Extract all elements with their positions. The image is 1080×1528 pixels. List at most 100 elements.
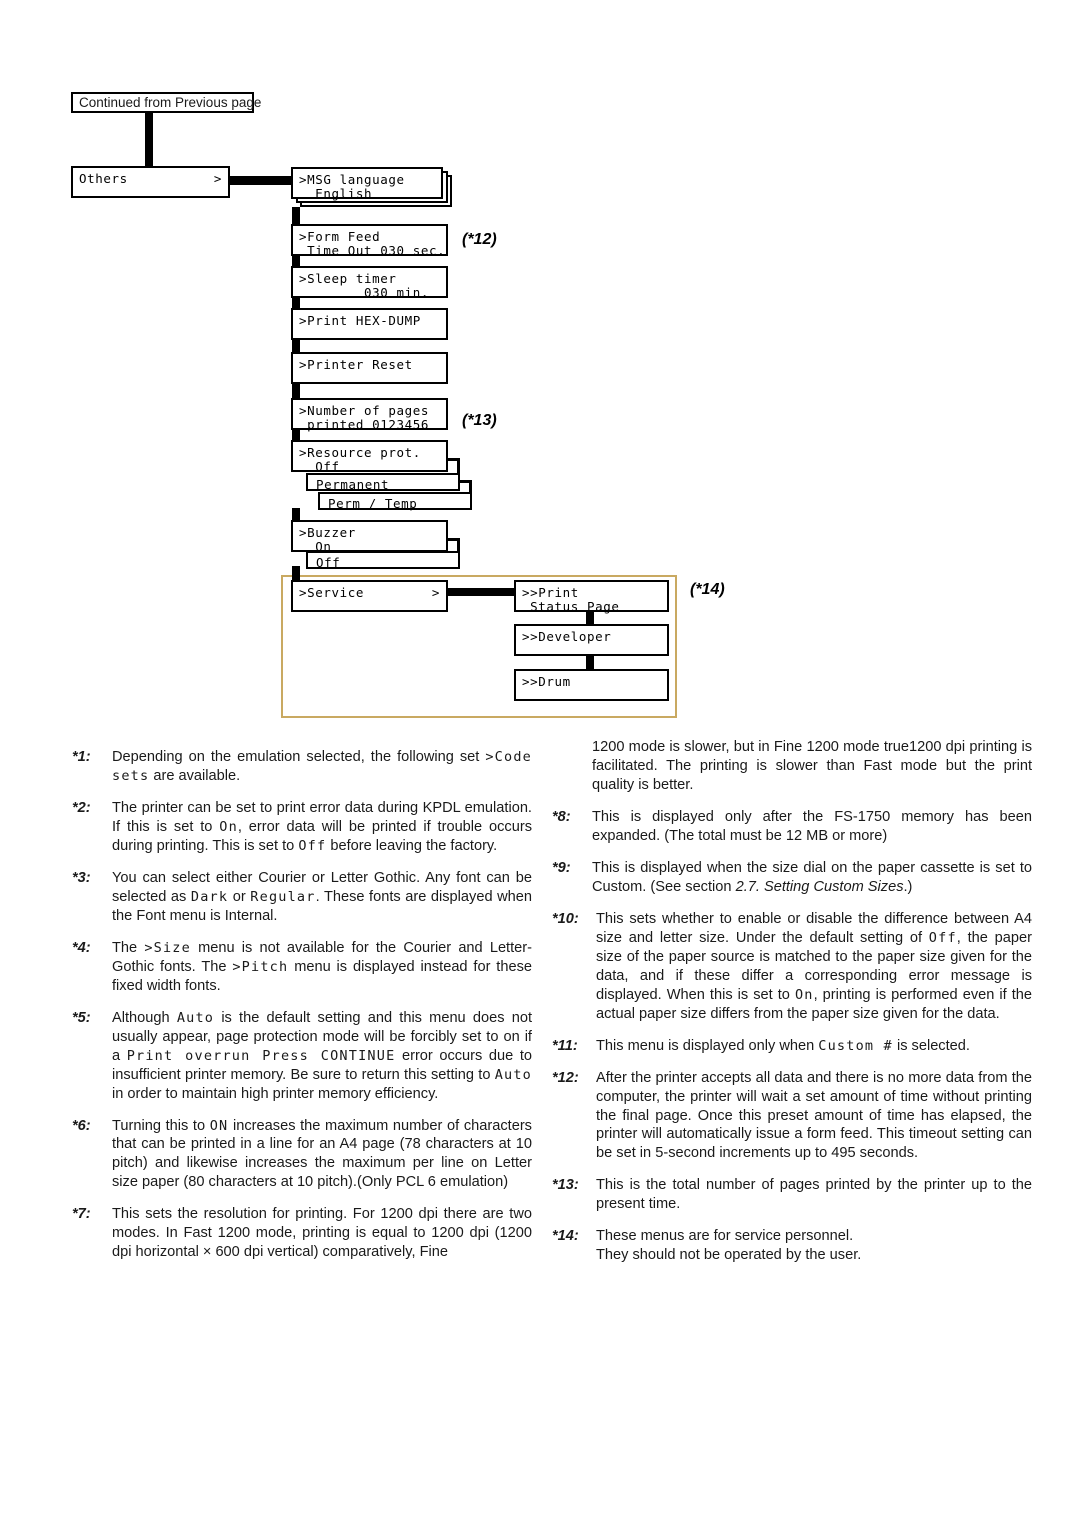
plain-text: These menus are for service personnel. [596,1228,854,1245]
connector-service-to-print-status-page [446,588,518,596]
footnote-item: *3: You can select either Courier or Lett… [72,869,532,926]
footnote-item: *2: The printer can be set to print error… [72,799,532,856]
lcd-text: ON [209,1117,229,1134]
menu-box-msg-language[interactable]: >MSG language English [291,167,443,201]
lcd-text: >Size [144,939,191,956]
menu-box-printer-reset[interactable]: >Printer Reset [291,352,448,384]
menu-box-service[interactable]: >Service > [291,580,448,612]
footnote-item: *1: Depending on the emulation selected, … [72,748,532,786]
connector-developer-to-drum [586,654,594,670]
footnote-text: This is displayed only after the FS-1750… [592,808,1032,846]
footnote-tag: *3: [72,869,91,886]
plain-text: 1200 mode is slower, but in Fine 1200 mo… [592,739,1032,793]
menu-box-others[interactable]: Others > [71,166,230,198]
menu-box-resource-prot[interactable]: >Resource prot. Off [291,440,448,474]
lcd-text: Regular [250,888,316,905]
lcd-text: Off [298,837,327,854]
footnote-text: After the printer accepts all data and t… [596,1069,1032,1164]
plain-text: This sets the resolution for printing. F… [112,1206,532,1261]
continued-from-previous-page-box: Continued from Previous page [71,92,261,113]
menu-option-perm-temp[interactable]: Perm / Temp [318,492,472,511]
menu-box-line1: >Buzzer [299,525,356,540]
menu-option-buzzer-off[interactable]: Off [306,551,460,570]
menu-option-permanent[interactable]: Permanent [306,473,460,492]
lcd-text: Auto [176,1009,215,1026]
continued-label: Continued from Previous page [79,95,262,110]
plain-text: or [228,888,251,905]
footnote-text: This sets whether to enable or disable t… [596,910,1032,1024]
footnote-text: Turning this to ON increases the maximum… [112,1117,532,1193]
footnote-item: *7: This sets the resolution for printing… [72,1205,532,1262]
footnote-tag: *1: [72,749,91,765]
plain-text: The [112,939,145,956]
lcd-text: On [219,818,238,835]
footnote-tag: *6: [72,1117,91,1134]
menu-box-developer[interactable]: >>Developer [514,624,669,656]
footnote-item: *11: This menu is displayed only when Cus… [552,1037,1032,1056]
menu-box-line1: >>Developer [522,629,612,644]
menu-box-sleep-timer[interactable]: >Sleep timer 030 min. [291,266,448,300]
footnote-tag: *8: [552,808,571,825]
plain-text: Turning this to [112,1117,210,1134]
connector-continued-to-others [145,113,153,171]
footnote-text: The >Size menu is not available for the … [112,939,532,996]
footnote-tag: *13: [552,1177,579,1194]
lcd-text: Custom # [818,1037,893,1054]
plain-text: They should not be operated by the user. [596,1247,862,1264]
plain-text: is selected. [892,1037,970,1054]
lcd-text: Auto [494,1066,532,1083]
menu-box-line1: >>Print [522,585,579,600]
menu-box-line1: >>Drum [522,674,571,689]
plain-text: This menu is displayed only when [596,1037,819,1054]
footnote-item: *9: This is displayed when the size dial … [552,859,1032,897]
annotation-13: (*13) [462,412,497,429]
connector-others-to-msg-language [228,176,293,185]
footnote-item: *4: The >Size menu is not available for t… [72,939,532,996]
footnote-tag: *4: [72,939,91,956]
menu-box-service-arrow: > [431,585,440,600]
plain-text: This is displayed only after the FS-1750… [592,808,1032,844]
plain-text: After the printer accepts all data and t… [596,1069,1032,1162]
footnotes-column-left: *1: Depending on the emulation selected, … [72,748,532,1275]
menu-box-print-status-page[interactable]: >>Print Status Page [514,580,669,614]
menu-box-line2: Off [299,459,340,474]
menu-box-line1: >Number of pages [299,403,430,418]
menu-box-line1: >MSG language [299,172,405,187]
footnote-item: *0:1200 mode is slower, but in Fine 1200… [552,738,1032,795]
footnote-tag: *12: [552,1069,579,1086]
footnote-item: *13: This is the total number of pages pr… [552,1176,1032,1214]
footnote-tag: *2: [72,799,91,816]
annotation-12: (*12) [462,231,497,248]
footnote-text: You can select either Courier or Letter … [112,869,532,926]
menu-option-label: Permanent [316,477,390,492]
annotation-14: (*14) [690,581,725,598]
plain-text: in order to maintain high printer memory… [112,1085,439,1102]
footnote-text: The printer can be set to print error da… [112,799,532,856]
lcd-text: Dark [190,888,229,905]
menu-box-number-of-pages[interactable]: >Number of pages printed 0123456 [291,398,448,432]
plain-text: before leaving the factory. [326,837,498,854]
footnotes-column-right: *0:1200 mode is slower, but in Fine 1200… [552,739,1032,1278]
footnote-text: This is displayed when the size dial on … [592,859,1032,897]
footnote-item: *5: Although Auto is the default setting … [72,1009,532,1104]
menu-box-line2: 030 min. [299,285,430,300]
menu-option-label: Perm / Temp [328,496,418,511]
plain-text: .) [903,878,913,895]
menu-box-print-hex-dump[interactable]: >Print HEX-DUMP [291,308,448,340]
plain-text: Although [112,1009,177,1026]
footnote-item: *12: After the printer accepts all data a… [552,1069,1032,1164]
menu-box-drum[interactable]: >>Drum [514,669,669,701]
menu-box-buzzer[interactable]: >Buzzer On [291,520,448,554]
footnote-text: These menus are for service personnel. Th… [596,1227,1032,1265]
menu-box-line1: >Resource prot. [299,445,421,460]
menu-box-line1: >Printer Reset [299,357,413,372]
menu-option-label: Off [316,555,341,570]
menu-box-service-label: >Service [299,585,365,600]
menu-box-line1: >Sleep timer [299,271,397,286]
footnote-item: *10: This sets whether to enable or disab… [552,910,1032,1024]
footnote-tag: *9: [552,859,571,876]
menu-box-line2: Status Page [522,599,620,614]
menu-box-others-label: Others [79,171,128,186]
plain-text: This is the total number of pages printe… [596,1177,1032,1213]
menu-box-form-feed[interactable]: >Form Feed Time Out 030 sec. [291,224,448,258]
